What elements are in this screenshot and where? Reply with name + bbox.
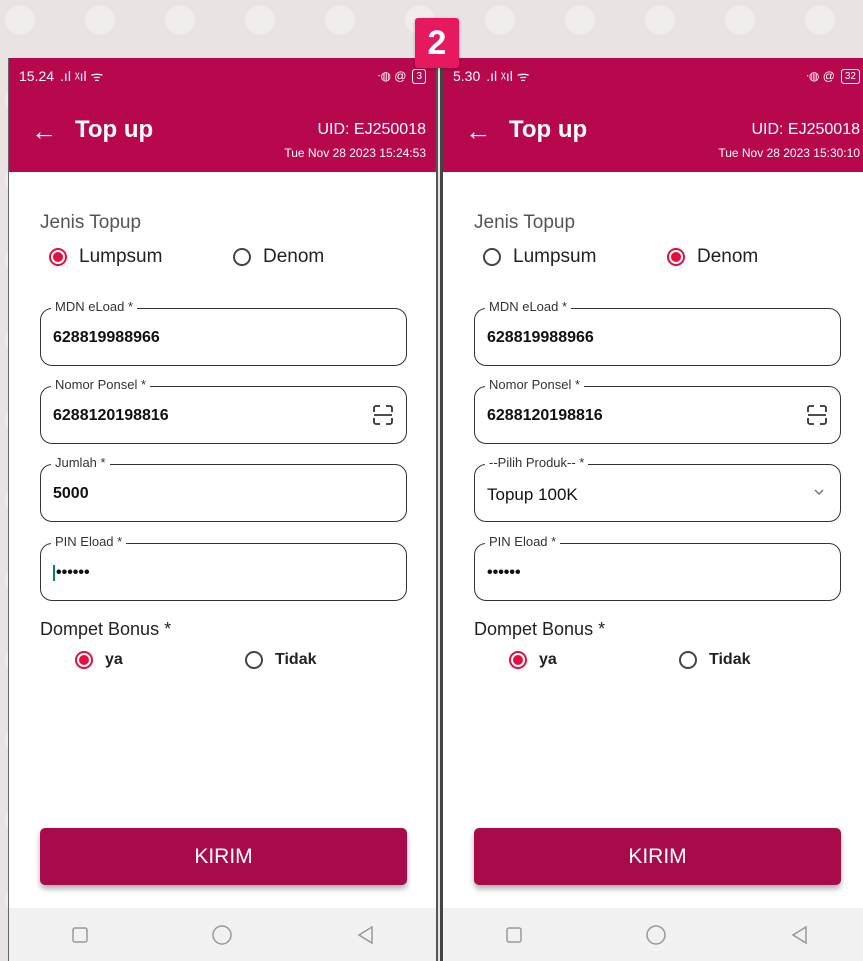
recents-icon[interactable] <box>68 923 92 947</box>
field-label: PIN Eload * <box>51 534 127 549</box>
field-value: 628819988966 <box>53 329 160 346</box>
app-bar: 15.24 .ıl ᵡıl ᯤ ᐧ◍ @ 3 ← Top up UID: EJ2… <box>9 58 436 172</box>
page-title: Top up <box>75 116 154 143</box>
datetime-label: Tue Nov 28 2023 15:30:10 <box>718 146 860 160</box>
nomor-ponsel-field[interactable]: Nomor Ponsel * 6288120198816 <box>474 377 841 444</box>
pin-dots: •••••• <box>56 564 90 581</box>
status-icons: ᐧ◍ @ <box>377 69 407 83</box>
field-label: MDN eLoad * <box>51 299 138 314</box>
back-arrow-icon[interactable]: ← <box>31 118 57 144</box>
text-caret <box>53 564 55 581</box>
field-label: Nomor Ponsel * <box>51 377 151 392</box>
jenis-topup-label: Jenis Topup <box>474 212 576 233</box>
field-value-wrap: •••••• <box>53 564 90 582</box>
kirim-button[interactable]: KIRIM <box>40 828 407 885</box>
step-badge: 2 <box>415 18 459 68</box>
battery-icon: 32 <box>840 68 860 84</box>
radio-unchecked-icon[interactable] <box>245 651 263 669</box>
radio-checked-icon[interactable] <box>75 651 93 669</box>
radio-lumpsum[interactable]: Lumpsum <box>49 246 162 268</box>
radio-bonus-ya[interactable]: ya <box>509 651 557 669</box>
radio-checked-icon[interactable] <box>667 248 685 266</box>
radio-denom-label: Denom <box>263 246 325 267</box>
radio-ya-label: ya <box>105 651 123 668</box>
radio-unchecked-icon[interactable] <box>679 651 697 669</box>
radio-denom[interactable]: Denom <box>667 246 758 268</box>
back-icon[interactable] <box>787 923 811 947</box>
mdn-eload-field[interactable]: MDN eLoad * 628819988966 <box>474 299 841 366</box>
app-bar: 5.30 .ıl ᵡıl ᯤ ᐧ◍ @ 32 ← Top up UID: EJ2… <box>443 58 863 172</box>
field-label: MDN eLoad * <box>485 299 572 314</box>
field-label: --Pilih Produk-- * <box>485 455 589 470</box>
field-label: PIN Eload * <box>485 534 561 549</box>
radio-denom-label: Denom <box>697 246 759 267</box>
radio-ya-label: ya <box>539 651 557 668</box>
radio-lumpsum-label: Lumpsum <box>79 246 163 267</box>
back-icon[interactable] <box>353 923 377 947</box>
radio-lumpsum[interactable]: Lumpsum <box>483 246 596 268</box>
phone-screen-right: 5.30 .ıl ᵡıl ᯤ ᐧ◍ @ 32 ← Top up UID: EJ2… <box>440 58 863 961</box>
field-label: Nomor Ponsel * <box>485 377 585 392</box>
radio-tidak-label: Tidak <box>709 651 751 668</box>
home-icon[interactable] <box>210 923 234 947</box>
field-label: Jumlah * <box>51 455 110 470</box>
signal-icon: .ıl ᵡıl ᯤ <box>486 67 530 84</box>
mdn-eload-field[interactable]: MDN eLoad * 628819988966 <box>40 299 407 366</box>
kirim-button[interactable]: KIRIM <box>474 828 841 885</box>
pin-eload-field[interactable]: PIN Eload * •••••• <box>40 534 407 601</box>
status-time: 15.24 <box>19 68 55 84</box>
datetime-label: Tue Nov 28 2023 15:24:53 <box>284 146 426 160</box>
battery-icon: 3 <box>412 68 426 84</box>
radio-checked-icon[interactable] <box>509 651 527 669</box>
radio-unchecked-icon[interactable] <box>233 248 251 266</box>
radio-checked-icon[interactable] <box>49 248 67 266</box>
pin-dots: •••••• <box>487 564 521 581</box>
pilih-produk-select[interactable]: --Pilih Produk-- * Topup 100K <box>474 455 841 522</box>
radio-lumpsum-label: Lumpsum <box>513 246 597 267</box>
field-value: 6288120198816 <box>53 407 169 424</box>
radio-bonus-tidak[interactable]: Tidak <box>245 651 317 669</box>
dompet-bonus-label: Dompet Bonus * <box>474 619 606 639</box>
recents-icon[interactable] <box>502 923 526 947</box>
status-time: 5.30 <box>453 68 481 84</box>
radio-unchecked-icon[interactable] <box>483 248 501 266</box>
field-value: 628819988966 <box>487 329 594 346</box>
scan-icon[interactable] <box>806 404 828 426</box>
status-bar: 15.24 .ıl ᵡıl ᯤ ᐧ◍ @ 3 <box>9 58 436 94</box>
phone-screen-left: 15.24 .ıl ᵡıl ᯤ ᐧ◍ @ 3 ← Top up UID: EJ2… <box>8 58 438 961</box>
field-value: 6288120198816 <box>487 407 603 424</box>
radio-tidak-label: Tidak <box>275 651 317 668</box>
nomor-ponsel-field[interactable]: Nomor Ponsel * 6288120198816 <box>40 377 407 444</box>
pin-eload-field[interactable]: PIN Eload * •••••• <box>474 534 841 601</box>
system-nav-bar <box>443 908 863 961</box>
radio-denom[interactable]: Denom <box>233 246 324 268</box>
uid-label: UID: EJ250018 <box>751 121 860 138</box>
chevron-down-icon[interactable] <box>812 485 826 499</box>
dompet-bonus-label: Dompet Bonus * <box>40 619 172 639</box>
system-nav-bar <box>9 908 436 961</box>
uid-label: UID: EJ250018 <box>317 121 426 138</box>
status-icons: ᐧ◍ @ <box>805 69 835 83</box>
radio-bonus-ya[interactable]: ya <box>75 651 123 669</box>
field-value: Topup 100K <box>487 485 578 504</box>
status-bar: 5.30 .ıl ᵡıl ᯤ ᐧ◍ @ 32 <box>443 58 863 94</box>
page-title: Top up <box>509 116 588 143</box>
field-value: 5000 <box>53 485 89 502</box>
back-arrow-icon[interactable]: ← <box>465 118 491 144</box>
radio-bonus-tidak[interactable]: Tidak <box>679 651 751 669</box>
home-icon[interactable] <box>644 923 668 947</box>
scan-icon[interactable] <box>372 404 394 426</box>
jenis-topup-label: Jenis Topup <box>40 212 142 233</box>
signal-icon: .ıl ᵡıl ᯤ <box>60 67 104 84</box>
jumlah-field[interactable]: Jumlah * 5000 <box>40 455 407 522</box>
